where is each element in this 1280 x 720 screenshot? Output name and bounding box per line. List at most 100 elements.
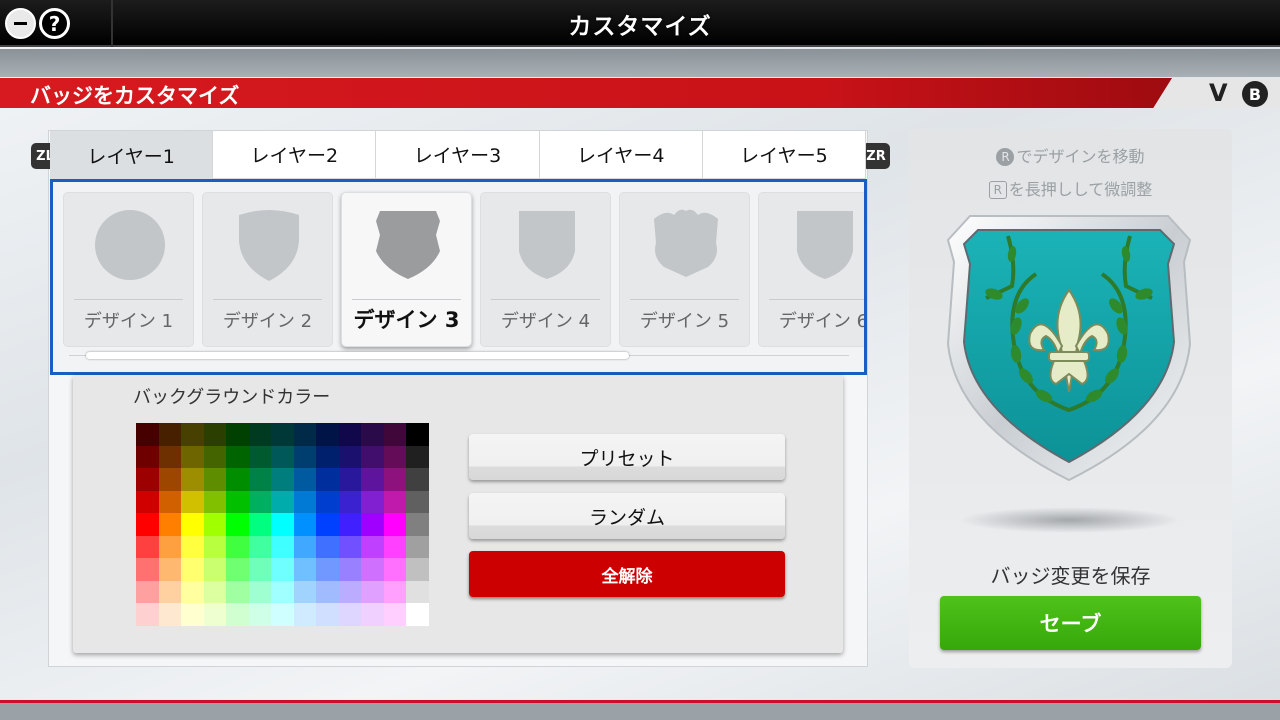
color-swatch[interactable] — [203, 535, 227, 559]
design-card-1[interactable]: デザイン 1 — [63, 192, 194, 347]
design-card-5[interactable]: デザイン 5 — [619, 192, 750, 347]
color-swatch[interactable] — [338, 423, 362, 446]
color-swatch[interactable] — [338, 445, 362, 469]
color-swatch[interactable] — [338, 535, 362, 559]
color-swatch[interactable] — [136, 468, 159, 491]
color-swatch[interactable] — [158, 603, 182, 626]
save-button[interactable]: セーブ — [940, 596, 1201, 650]
color-swatch[interactable] — [271, 603, 294, 626]
color-swatch[interactable] — [181, 558, 204, 581]
color-swatch[interactable] — [226, 535, 249, 559]
color-swatch[interactable] — [383, 468, 407, 491]
color-swatch[interactable] — [383, 445, 407, 469]
color-swatch[interactable] — [338, 603, 362, 626]
tab-layer-1[interactable]: レイヤー1 — [50, 131, 214, 179]
color-swatch[interactable] — [226, 423, 249, 446]
color-swatch[interactable] — [406, 445, 429, 469]
color-swatch[interactable] — [316, 603, 339, 626]
color-swatch[interactable] — [271, 535, 294, 559]
color-swatch[interactable] — [248, 423, 272, 446]
design-card-3[interactable]: デザイン 3 — [341, 192, 472, 347]
color-swatch[interactable] — [226, 558, 249, 581]
color-swatch[interactable] — [293, 580, 317, 604]
color-swatch[interactable] — [158, 468, 182, 491]
color-swatch[interactable] — [361, 580, 384, 604]
color-swatch[interactable] — [293, 558, 317, 581]
tab-layer-4[interactable]: レイヤー4 — [539, 131, 703, 179]
color-swatch[interactable] — [406, 535, 429, 559]
color-swatch[interactable] — [383, 558, 407, 581]
preset-button[interactable]: プリセット — [469, 434, 785, 480]
color-swatch[interactable] — [406, 603, 429, 626]
color-swatch[interactable] — [181, 603, 204, 626]
color-swatch[interactable] — [181, 490, 204, 514]
color-swatch[interactable] — [203, 558, 227, 581]
color-swatch[interactable] — [226, 513, 249, 536]
color-swatch[interactable] — [136, 513, 159, 536]
color-swatch[interactable] — [293, 535, 317, 559]
color-swatch[interactable] — [316, 513, 339, 536]
color-swatch[interactable] — [383, 423, 407, 446]
color-swatch[interactable] — [136, 535, 159, 559]
color-swatch[interactable] — [181, 423, 204, 446]
color-swatch[interactable] — [338, 513, 362, 536]
color-swatch[interactable] — [361, 423, 384, 446]
color-swatch[interactable] — [293, 513, 317, 536]
color-swatch[interactable] — [406, 468, 429, 491]
color-swatch[interactable] — [406, 513, 429, 536]
color-swatch[interactable] — [203, 513, 227, 536]
color-swatch[interactable] — [203, 445, 227, 469]
color-swatch[interactable] — [226, 580, 249, 604]
color-swatch[interactable] — [293, 445, 317, 469]
color-swatch[interactable] — [338, 468, 362, 491]
color-swatch[interactable] — [383, 535, 407, 559]
color-swatch[interactable] — [248, 558, 272, 581]
color-swatch[interactable] — [406, 490, 429, 514]
color-swatch[interactable] — [181, 513, 204, 536]
color-swatch[interactable] — [248, 468, 272, 491]
color-swatch[interactable] — [271, 558, 294, 581]
color-swatch[interactable] — [158, 445, 182, 469]
color-swatch[interactable] — [226, 490, 249, 514]
chevron-down-icon[interactable]: V — [1209, 79, 1228, 107]
color-swatch[interactable] — [158, 535, 182, 559]
color-swatch[interactable] — [293, 490, 317, 514]
color-swatch[interactable] — [181, 468, 204, 491]
color-swatch[interactable] — [158, 423, 182, 446]
color-swatch[interactable] — [248, 535, 272, 559]
color-swatch[interactable] — [406, 423, 429, 446]
tab-layer-2[interactable]: レイヤー2 — [213, 131, 377, 179]
color-swatch[interactable] — [361, 468, 384, 491]
color-swatch[interactable] — [203, 423, 227, 446]
color-swatch[interactable] — [383, 513, 407, 536]
color-swatch[interactable] — [316, 580, 339, 604]
color-swatch[interactable] — [248, 603, 272, 626]
color-swatch[interactable] — [271, 490, 294, 514]
color-swatch[interactable] — [316, 445, 339, 469]
color-swatch[interactable] — [383, 580, 407, 604]
color-swatch[interactable] — [316, 490, 339, 514]
color-swatch[interactable] — [361, 490, 384, 514]
color-swatch[interactable] — [248, 490, 272, 514]
color-swatch[interactable] — [316, 423, 339, 446]
color-swatch[interactable] — [136, 445, 159, 469]
color-swatch[interactable] — [136, 580, 159, 604]
color-swatch[interactable] — [316, 558, 339, 581]
color-swatch[interactable] — [338, 580, 362, 604]
design-card-6[interactable]: デザイン 6 — [758, 192, 864, 347]
color-swatch[interactable] — [203, 580, 227, 604]
color-swatch[interactable] — [293, 603, 317, 626]
color-swatch[interactable] — [226, 468, 249, 491]
color-swatch[interactable] — [361, 535, 384, 559]
color-swatch[interactable] — [226, 603, 249, 626]
design-carousel[interactable]: デザイン 1 デザイン 2 デザイン 3 デザイン 4 デザイン 5 デザイン — [50, 179, 867, 375]
color-swatch[interactable] — [361, 513, 384, 536]
tab-layer-5[interactable]: レイヤー5 — [702, 131, 867, 179]
color-swatch[interactable] — [361, 445, 384, 469]
color-swatch[interactable] — [338, 558, 362, 581]
color-swatch[interactable] — [293, 423, 317, 446]
design-card-2[interactable]: デザイン 2 — [202, 192, 333, 347]
back-button[interactable]: B — [1242, 81, 1268, 107]
color-swatch[interactable] — [383, 490, 407, 514]
color-swatch[interactable] — [136, 603, 159, 626]
